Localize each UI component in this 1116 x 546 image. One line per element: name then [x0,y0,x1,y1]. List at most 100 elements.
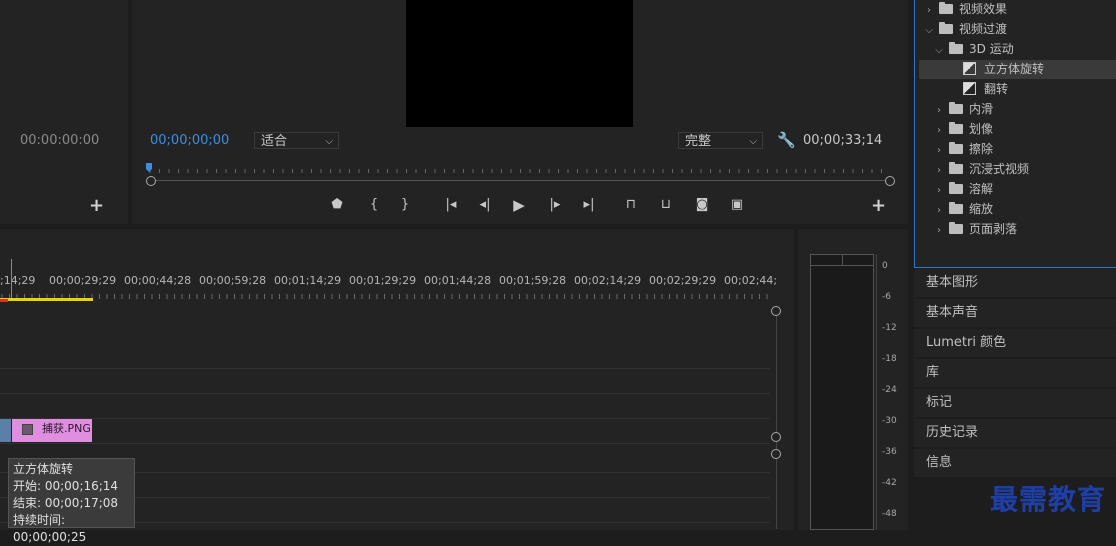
fit-dropdown[interactable]: 适合 ⌵ [254,132,339,149]
quality-dropdown-value: 完整 [685,134,712,149]
transition-marker[interactable] [0,419,11,442]
timeline-playhead[interactable] [11,259,12,299]
effect-item[interactable]: 翻转 [919,80,1116,99]
mark-in-button[interactable]: { [365,196,383,214]
folder-icon [949,42,963,54]
effect-label: 翻转 [984,82,1009,96]
program-monitor-panel: 00;00;00;00 适合 ⌵ 完整 ⌵ 🔧 00;00;33;14 ⬟ { … [132,0,908,224]
track-divider [0,418,770,419]
side-panel-tab[interactable]: 历史记录 [914,419,1116,447]
chevron-right-icon[interactable]: › [923,1,935,20]
side-panel-tab[interactable]: Lumetri 颜色 [914,329,1116,357]
effect-label: 内滑 [969,102,994,116]
go-to-out-button[interactable]: ▸| [580,196,598,214]
add-marker-button[interactable]: ⬟ [328,196,346,214]
effect-folder[interactable]: › 缩放 [915,200,1113,219]
go-to-in-button[interactable]: |◂ [442,196,460,214]
chevron-down-icon: ⌵ [749,136,757,147]
scroll-handle-bottom[interactable] [771,432,781,442]
tooltip-end: 结束: 00;00;17;08 [13,496,119,510]
chevron-right-icon[interactable]: › [933,121,945,140]
ruler-label: 00;02;29;29 [649,274,717,287]
wrench-icon[interactable]: 🔧 [777,131,796,149]
side-panel-tab[interactable]: 信息 [914,449,1116,477]
db-label: -30 [882,416,897,426]
effect-label: 立方体旋转 [984,62,1045,76]
timeline-vertical-scrollbar[interactable] [776,311,777,529]
chevron-right-icon[interactable]: › [933,161,945,180]
transition-icon [963,82,976,95]
side-panel-tab[interactable]: 基本图形 [914,269,1116,297]
chevron-right-icon[interactable]: › [933,201,945,220]
watermark-logo: 最需教育 [990,483,1107,516]
playhead-timecode[interactable]: 00;00;00;00 [150,133,229,148]
ruler-label: ;14;29 [0,274,36,287]
playhead-marker[interactable] [146,163,152,172]
timeline-ruler[interactable] [0,292,770,300]
chevron-down-icon[interactable]: ⌵ [933,41,945,60]
zoom-handle-left[interactable] [146,176,156,186]
track-divider [0,368,770,369]
work-area-bar[interactable] [0,298,93,301]
ruler-label: 00;00;29;29 [49,274,117,287]
effect-label: 溶解 [969,182,994,196]
effect-folder[interactable]: › 划像 [915,120,1113,139]
transition-tooltip: 立方体旋转 开始: 00;00;16;14 结束: 00;00;17;08 持续… [8,458,135,544]
meter-peak-line [811,265,873,266]
folder-icon [949,222,963,234]
side-panel-tab[interactable]: 基本声音 [914,299,1116,327]
tooltip-duration: 持续时间: 00;00;00;25 [13,513,87,544]
effect-label: 页面剥落 [969,222,1018,236]
effect-folder[interactable]: ⌵ 视频过渡 [915,20,1113,39]
step-forward-button[interactable]: |▸ [546,196,564,214]
scroll-handle-top[interactable] [771,306,781,316]
image-icon [22,424,33,435]
extract-button[interactable]: ⊔ [657,196,675,214]
ruler-label: 00;02;44; [724,274,778,287]
timeline-clip[interactable]: 捕获.PNG [12,419,92,442]
quality-dropdown[interactable]: 完整 ⌵ [678,132,763,149]
chevron-down-icon[interactable]: ⌵ [923,21,935,40]
video-preview [406,0,633,127]
side-panel-tab[interactable]: 标记 [914,389,1116,417]
program-add-button[interactable]: + [871,195,886,216]
lift-button[interactable]: ⊓ [622,196,640,214]
ruler-label: 00;01;59;28 [499,274,567,287]
mark-out-button[interactable]: } [396,196,414,214]
zoom-handle-right[interactable] [885,176,895,186]
chevron-right-icon[interactable]: › [933,181,945,200]
effect-folder[interactable]: › 页面剥落 [915,220,1113,239]
play-button[interactable]: ▶ [510,196,528,214]
folder-icon [949,142,963,154]
step-back-button[interactable]: ◂| [476,196,494,214]
chevron-right-icon[interactable]: › [933,141,945,160]
ruler-label: 00;02;14;29 [574,274,642,287]
effect-folder[interactable]: › 溶解 [915,180,1113,199]
effect-label: 沉浸式视频 [969,162,1030,176]
db-label: 0 [882,261,888,271]
effect-folder[interactable]: › 擦除 [915,140,1113,159]
zoom-scrollbar[interactable] [150,180,890,181]
effect-folder[interactable]: › 视频效果 [915,0,1113,19]
effect-folder[interactable]: › 内滑 [915,100,1113,119]
chevron-right-icon[interactable]: › [933,221,945,240]
effect-folder[interactable]: ⌵ 3D 运动 [915,40,1113,59]
folder-icon [939,22,953,34]
scroll-handle-top-lower[interactable] [771,449,781,459]
compare-view-button[interactable]: ▣ [728,196,746,214]
side-panel-tab[interactable]: 库 [914,359,1116,387]
source-add-button[interactable]: + [89,195,104,216]
program-time-ruler[interactable] [146,163,891,176]
source-timecode[interactable]: 00:00:00:00 [20,133,99,148]
effect-folder[interactable]: › 沉浸式视频 [915,160,1113,179]
meter-channel-divider [842,255,843,265]
effect-label: 视频过渡 [959,22,1008,36]
track-divider [0,443,770,444]
transition-icon [963,62,976,75]
db-label: -42 [882,478,897,488]
ruler-label: 00;00;44;28 [124,274,192,287]
effect-item[interactable]: 立方体旋转 [919,60,1116,79]
camera-icon[interactable]: ◙ [693,196,711,214]
chevron-right-icon[interactable]: › [933,101,945,120]
ruler-label: 00;01;14;29 [274,274,342,287]
